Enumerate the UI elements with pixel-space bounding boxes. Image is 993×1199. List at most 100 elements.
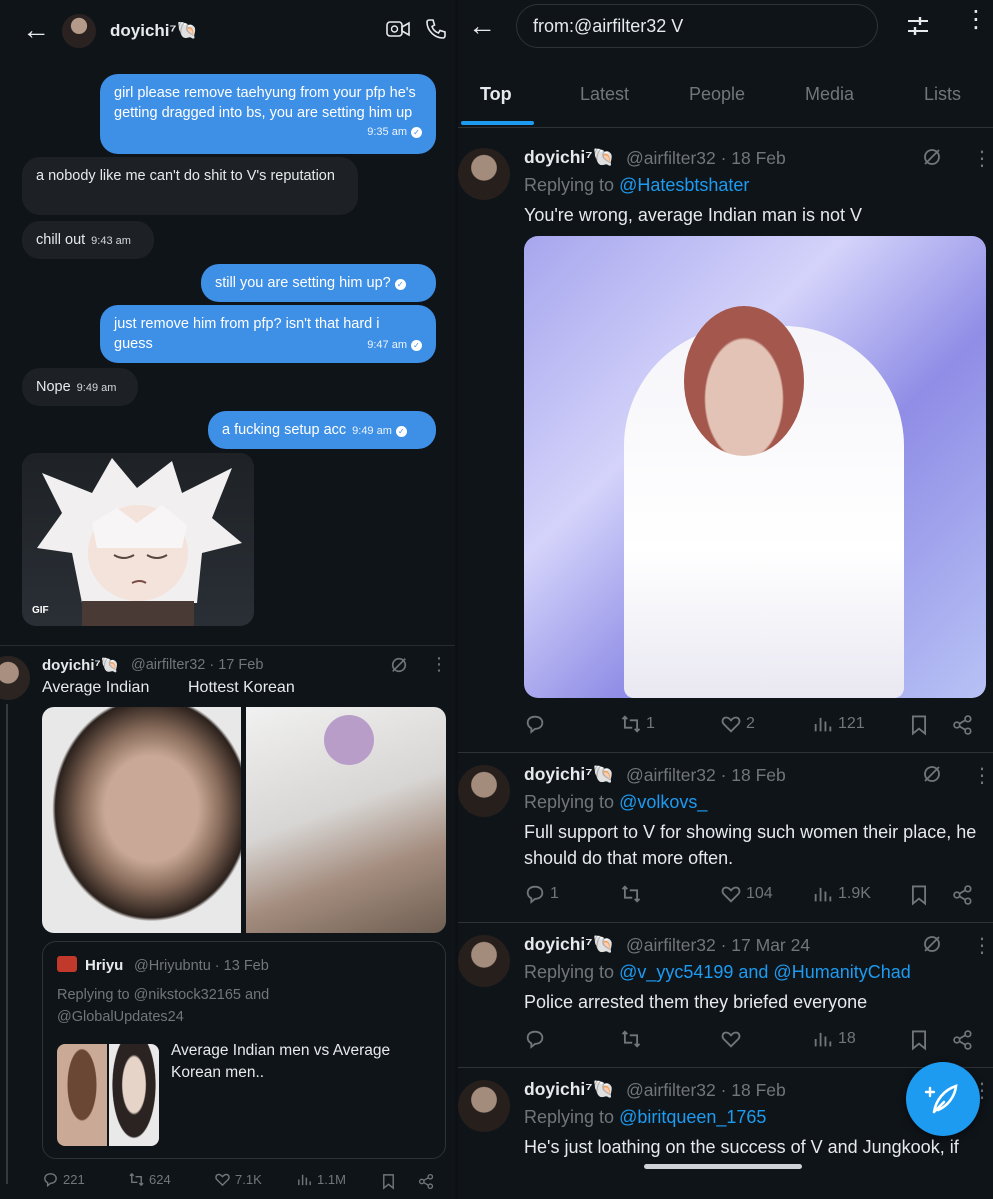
reply-icon bbox=[526, 885, 544, 904]
share-icon[interactable] bbox=[418, 1173, 435, 1190]
tweet-author-name[interactable]: doyichi⁷🐚 bbox=[524, 934, 614, 955]
more-vertical-icon[interactable]: ⋮ bbox=[972, 763, 992, 788]
bookmark-icon[interactable] bbox=[908, 884, 930, 906]
message-bubble-outgoing[interactable]: girl please remove taehyung from your pf… bbox=[100, 74, 436, 154]
views-button[interactable]: 1.1M bbox=[296, 1171, 346, 1188]
tab-media[interactable]: Media bbox=[805, 84, 854, 105]
tweet-image-left[interactable] bbox=[42, 707, 241, 933]
grok-icon[interactable] bbox=[922, 934, 942, 954]
phone-icon[interactable] bbox=[424, 17, 448, 41]
share-icon[interactable] bbox=[952, 1029, 974, 1051]
tab-top[interactable]: Top bbox=[480, 84, 512, 105]
repost-button[interactable]: 624 bbox=[128, 1171, 171, 1188]
more-vertical-icon[interactable]: ⋮ bbox=[972, 146, 992, 171]
tweet-author-name[interactable]: doyichi⁷🐚 bbox=[524, 147, 614, 168]
repost-icon bbox=[621, 885, 641, 903]
grok-icon[interactable] bbox=[390, 656, 408, 674]
chat-contact-name[interactable]: doyichi⁷🐚 bbox=[110, 21, 198, 41]
divider bbox=[458, 752, 993, 753]
dm-conversation-pane: ← doyichi⁷🐚 girl please remove taehyung … bbox=[0, 0, 455, 1199]
bookmark-icon[interactable] bbox=[908, 714, 930, 736]
tab-people[interactable]: People bbox=[689, 84, 745, 105]
reply-button[interactable]: 221 bbox=[42, 1171, 85, 1188]
filter-sliders-icon[interactable] bbox=[906, 14, 930, 38]
message-time: 9:43 am bbox=[91, 235, 131, 247]
message-text: girl please remove taehyung from your pf… bbox=[114, 85, 416, 121]
views-button[interactable]: 1.9K bbox=[812, 883, 871, 905]
grok-icon[interactable] bbox=[922, 764, 942, 784]
tweet-handle-date[interactable]: @airfilter32 · 18 Feb bbox=[626, 148, 786, 169]
repost-button[interactable] bbox=[620, 883, 646, 905]
reply-button[interactable]: 1 bbox=[524, 883, 559, 905]
views-chart-icon bbox=[298, 1174, 311, 1186]
grok-icon[interactable] bbox=[922, 147, 942, 167]
repost-icon bbox=[621, 715, 641, 733]
message-time: 9:47 am bbox=[367, 339, 407, 351]
avatar[interactable] bbox=[0, 656, 30, 700]
search-input[interactable]: from:@airfilter32 V bbox=[516, 4, 878, 48]
tweet-author-name[interactable]: doyichi⁷🐚 bbox=[524, 1079, 614, 1100]
tab-lists[interactable]: Lists bbox=[924, 84, 961, 105]
repost-button[interactable]: 1 bbox=[620, 713, 655, 735]
tweet-handle-date[interactable]: @airfilter32 · 17 Mar 24 bbox=[626, 935, 810, 956]
bookmark-icon[interactable] bbox=[380, 1173, 397, 1190]
gif-message[interactable]: GIF bbox=[22, 453, 254, 626]
video-call-icon[interactable] bbox=[386, 20, 410, 38]
heart-icon bbox=[721, 886, 741, 903]
reply-button[interactable] bbox=[524, 1028, 550, 1050]
tweet-handle-date[interactable]: @airfilter32 · 18 Feb bbox=[626, 765, 786, 786]
tweet-actions: 1 2 121 bbox=[524, 713, 979, 737]
view-count: 121 bbox=[838, 715, 865, 732]
avatar[interactable] bbox=[458, 148, 510, 200]
avatar[interactable] bbox=[458, 935, 510, 987]
tab-latest[interactable]: Latest bbox=[580, 84, 629, 105]
heart-icon bbox=[721, 716, 741, 733]
back-arrow-icon[interactable]: ← bbox=[468, 10, 496, 42]
message-bubble-incoming[interactable]: a nobody like me can't do shit to V's re… bbox=[22, 157, 358, 215]
tweet-author-name[interactable]: doyichi⁷🐚 bbox=[524, 764, 614, 785]
reply-button[interactable] bbox=[524, 713, 550, 735]
reply-to-link[interactable]: @volkovs_ bbox=[619, 792, 707, 812]
share-icon[interactable] bbox=[952, 884, 974, 906]
avatar[interactable] bbox=[458, 1080, 510, 1132]
share-icon[interactable] bbox=[952, 714, 974, 736]
reply-to-link[interactable]: @biritqueen_1765 bbox=[619, 1107, 766, 1127]
more-vertical-icon[interactable]: ⋮ bbox=[972, 933, 992, 958]
like-button[interactable] bbox=[720, 1028, 746, 1050]
avatar[interactable] bbox=[62, 14, 96, 48]
tweet-text: Police arrested them they briefed everyo… bbox=[524, 992, 868, 1012]
reply-to-link[interactable]: @v_yyc54199 and @HumanityChad bbox=[619, 962, 911, 982]
bookmark-icon[interactable] bbox=[908, 1029, 930, 1051]
tweet-handle-date[interactable]: @airfilter32 · 18 Feb bbox=[626, 1080, 786, 1101]
tweet-card[interactable]: doyichi⁷🐚 @airfilter32 · 17 Feb ⋮ Averag… bbox=[0, 646, 455, 1199]
message-bubble-incoming[interactable]: chill out 9:43 am bbox=[22, 221, 154, 259]
views-button[interactable]: 121 bbox=[812, 713, 865, 735]
read-check-icon: ✓ bbox=[411, 340, 422, 351]
message-bubble-incoming[interactable]: Nope 9:49 am bbox=[22, 368, 138, 406]
tweet-handle-date[interactable]: @airfilter32 · 17 Feb bbox=[131, 657, 263, 673]
tweet-author-name[interactable]: doyichi⁷🐚 bbox=[42, 656, 119, 674]
reply-to-link[interactable]: @Hatesbtshater bbox=[619, 175, 749, 195]
repost-button[interactable] bbox=[620, 1028, 646, 1050]
tweet-actions: 1 104 1.9K bbox=[524, 883, 979, 907]
message-bubble-outgoing[interactable]: a fucking setup acc 9:49 am ✓ bbox=[208, 411, 436, 449]
back-arrow-icon[interactable]: ← bbox=[22, 16, 50, 44]
quote-reply-context: Replying to @nikstock32165 and @GlobalUp… bbox=[57, 987, 270, 1025]
views-chart-icon bbox=[814, 887, 832, 902]
tweet-caption-right: Hottest Korean bbox=[188, 679, 295, 696]
tweet-image-right[interactable] bbox=[246, 707, 446, 933]
tweet-image[interactable] bbox=[524, 236, 986, 698]
tweet-text: You're wrong, average Indian man is not … bbox=[524, 205, 862, 225]
more-vertical-icon[interactable]: ⋮ bbox=[430, 654, 448, 675]
message-bubble-outgoing[interactable]: just remove him from pfp? isn't that har… bbox=[100, 305, 436, 363]
quoted-tweet[interactable]: Hriyu @Hriyubntu · 13 Feb Replying to @n… bbox=[42, 941, 446, 1159]
like-button[interactable]: 7.1K bbox=[214, 1171, 262, 1188]
message-bubble-outgoing[interactable]: still you are setting him up? ✓ bbox=[201, 264, 436, 302]
like-button[interactable]: 104 bbox=[720, 883, 773, 905]
avatar[interactable] bbox=[458, 765, 510, 817]
tweet-caption-left: Average Indian bbox=[42, 679, 150, 696]
more-vertical-icon[interactable]: ⋮ bbox=[964, 8, 988, 32]
compose-button[interactable] bbox=[906, 1062, 980, 1136]
views-button[interactable]: 18 bbox=[812, 1028, 856, 1050]
like-button[interactable]: 2 bbox=[720, 713, 755, 735]
